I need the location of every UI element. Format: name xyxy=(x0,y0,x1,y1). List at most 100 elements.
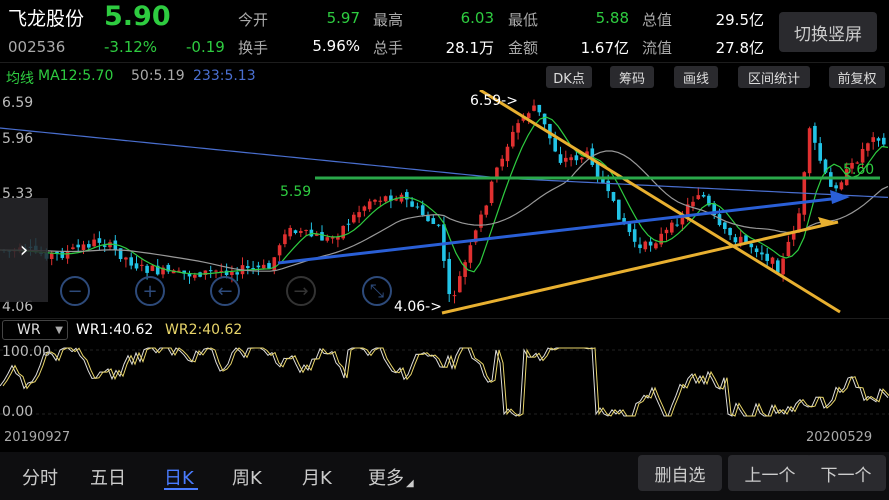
candle-body xyxy=(511,131,515,147)
candle-body xyxy=(373,199,377,202)
candle-body xyxy=(426,215,430,222)
turnover-value: 5.96% xyxy=(312,37,360,55)
candle-body xyxy=(537,104,542,113)
candle-body xyxy=(325,237,330,241)
next-stock-button[interactable]: 下一个 xyxy=(806,455,886,491)
scroll-left-icon[interactable]: ← xyxy=(210,276,240,306)
float-value: 27.8亿 xyxy=(715,39,764,57)
amount-value: 1.67亿 xyxy=(580,39,629,57)
candle-body xyxy=(505,146,510,162)
candle-body xyxy=(484,205,489,215)
candle-body xyxy=(383,196,388,202)
candle-body xyxy=(463,262,467,277)
wr-label-top: 100.00 xyxy=(2,344,51,360)
amount-label: 金额 xyxy=(508,39,539,57)
mcap-value: 29.5亿 xyxy=(715,11,764,29)
candle-body xyxy=(776,260,780,273)
candle-body xyxy=(468,245,473,263)
candle-body xyxy=(293,230,298,234)
chart-divider xyxy=(0,318,889,319)
right-level-label: 5.60 xyxy=(843,162,875,178)
candle-body xyxy=(670,222,674,233)
candle-body xyxy=(728,227,732,236)
candle-body xyxy=(362,206,367,211)
wr1-value: WR1:40.62 xyxy=(76,322,154,338)
candle-body xyxy=(150,265,155,271)
stock-name: 飞龙股份 xyxy=(8,8,85,30)
candle-body xyxy=(675,224,679,226)
candle-body xyxy=(256,265,261,268)
kline-chart[interactable] xyxy=(0,90,889,318)
candle-body xyxy=(643,241,648,250)
volume-label: 总手 xyxy=(373,39,404,57)
zoom-in-icon[interactable]: + xyxy=(135,276,165,306)
candle-body xyxy=(569,157,573,161)
candle-body xyxy=(664,229,669,234)
switch-portrait-button[interactable]: 切换竖屏 xyxy=(779,12,877,52)
candle-body xyxy=(632,229,637,242)
expand-left-icon[interactable]: › xyxy=(0,198,48,302)
candle-body xyxy=(458,276,462,293)
candle-body xyxy=(261,264,266,269)
candle-body xyxy=(246,266,250,269)
change-pct: -3.12% xyxy=(104,38,158,56)
tab-weekly-k[interactable]: 周K xyxy=(232,464,262,490)
tab-daily-k[interactable]: 日K xyxy=(164,464,194,490)
candle-body xyxy=(352,214,356,223)
low-annotation: 4.06-> xyxy=(394,299,442,315)
tab-five-day[interactable]: 五日 xyxy=(90,464,126,490)
zoom-out-icon[interactable]: − xyxy=(60,276,90,306)
dk-point-button[interactable]: DK点 xyxy=(546,66,592,88)
tab-more[interactable]: 更多 xyxy=(368,464,404,490)
candle-body xyxy=(378,200,383,202)
candle-body xyxy=(357,212,361,218)
mcap-label: 总值 xyxy=(642,11,673,29)
candle-body xyxy=(60,251,65,258)
high-value: 6.03 xyxy=(460,9,494,27)
scroll-right-icon[interactable]: → xyxy=(286,276,316,306)
candle-body xyxy=(251,268,255,270)
change-value: -0.19 xyxy=(186,38,225,56)
y-label-2: 5.96 xyxy=(2,131,34,147)
candle-body xyxy=(134,263,139,269)
dropdown-arrow-icon: ▼ xyxy=(55,324,63,336)
candle-body xyxy=(124,257,128,260)
candle-body xyxy=(770,257,775,264)
candle-body xyxy=(781,258,785,275)
chips-button[interactable]: 筹码 xyxy=(610,66,654,88)
wr2-value: WR2:40.62 xyxy=(165,322,243,338)
candle-body xyxy=(76,244,80,248)
volume-value: 28.1万 xyxy=(445,39,494,57)
candle-body xyxy=(595,163,600,177)
previous-stock-button[interactable]: 上一个 xyxy=(728,455,812,491)
tab-intraday[interactable]: 分时 xyxy=(22,464,58,490)
candle-body xyxy=(193,274,197,278)
forward-adjust-button[interactable]: 前复权 xyxy=(829,66,885,88)
indicator-select[interactable]: WR ▼ xyxy=(2,320,68,340)
draw-line-button[interactable]: 画线 xyxy=(674,66,718,88)
indicator-select-label: WR xyxy=(17,322,41,338)
candle-body xyxy=(81,244,86,251)
candle-body xyxy=(760,252,764,255)
candles xyxy=(2,99,886,304)
candle-body xyxy=(617,199,621,220)
candle-body xyxy=(648,241,653,246)
candle-body xyxy=(765,253,769,261)
range-stats-button[interactable]: 区间统计 xyxy=(738,66,810,88)
support-level-label: 5.59 xyxy=(280,184,312,200)
candle-body xyxy=(277,245,282,256)
candle-body xyxy=(489,181,494,204)
candle-body xyxy=(420,205,425,216)
candle-body xyxy=(807,128,812,174)
tab-monthly-k[interactable]: 月K xyxy=(302,464,332,490)
candle-body xyxy=(627,222,632,233)
candle-body xyxy=(733,237,738,243)
wr-chart[interactable] xyxy=(0,342,889,426)
candle-body xyxy=(606,180,610,192)
collapse-icon[interactable]: ⤡ xyxy=(362,276,392,306)
end-date: 20200529 xyxy=(806,430,873,445)
candle-body xyxy=(871,137,875,142)
ma12-value: MA12:5.70 xyxy=(38,68,114,84)
candle-body xyxy=(145,265,149,273)
remove-watchlist-button[interactable]: 删自选 xyxy=(638,455,722,491)
